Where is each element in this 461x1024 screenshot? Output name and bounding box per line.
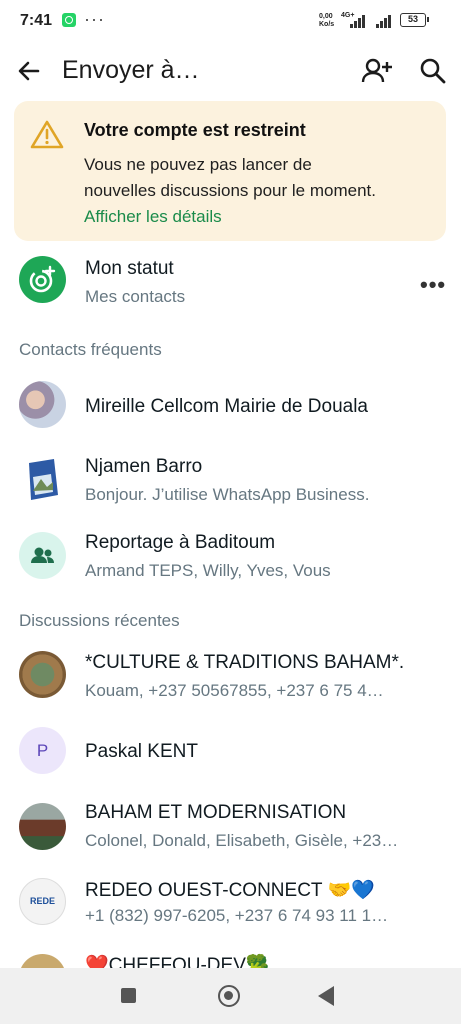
status-bar: 7:41 ··· 0,00 Ko/s 4G+ 53 [0,0,461,44]
chat-avatar [19,651,66,698]
chat-avatar: REDE [19,878,66,925]
chat-row[interactable]: P Paskal KENT [0,717,461,787]
contact-row[interactable]: Njamen Barro Bonjour. J’utilise WhatsApp… [0,447,461,517]
add-contact-icon[interactable] [360,56,394,86]
app-bar: Envoyer à… [0,44,461,100]
my-status-row[interactable]: Mon statut Mes contacts ••• [0,248,461,318]
recent-apps-icon[interactable] [121,988,136,1003]
page-title: Envoyer à… [62,56,200,84]
status-avatar [19,256,66,303]
section-recent-chats: Discussions récentes [19,611,180,630]
chat-members: +1 (832) 997-6205, +237 6 74 93 11 1… [85,906,389,925]
more-notifications-icon: ··· [84,9,105,29]
network-speed-value: 0,00 [319,13,333,20]
contact-row[interactable]: Reportage à Baditoum Armand TEPS, Willy,… [0,522,461,592]
home-icon[interactable] [218,985,240,1007]
section-frequent-contacts: Contacts fréquents [19,340,162,359]
chat-avatar [19,803,66,850]
contact-name: Njamen Barro [85,456,203,477]
signal-icon [350,14,370,28]
contact-avatar [19,381,66,428]
chat-name: Paskal KENT [85,741,198,762]
contact-avatar-image [29,459,58,500]
battery-icon: 53 [400,13,429,27]
clock: 7:41 [20,12,53,29]
contact-row[interactable]: Mireille Cellcom Mairie de Douala [0,372,461,442]
contact-about: Bonjour. J’utilise WhatsApp Business. [85,485,370,504]
chat-avatar-initial: P [19,727,66,774]
whatsapp-notification-icon [62,13,76,27]
status-privacy: Mes contacts [85,287,186,306]
network-speed: 0,00 Ko/s [319,13,334,29]
contact-avatar [19,455,66,502]
back-icon[interactable] [318,986,334,1006]
chat-row[interactable]: REDE REDEO OUEST-CONNECT 🤝💙 +1 (832) 997… [0,868,461,938]
chat-members: Kouam, +237 50567855, +237 6 75 4… [85,681,384,700]
system-navigation-bar [0,968,461,1024]
status-title: Mon statut [85,258,174,279]
banner-message: Vous ne pouvez pas lancer de nouvelles d… [84,155,376,200]
group-name: Reportage à Baditoum [85,532,276,553]
chat-name: REDEO OUEST-CONNECT 🤝💙 [85,880,375,901]
contact-name: Mireille Cellcom Mairie de Douala [85,396,368,417]
search-icon[interactable] [418,56,448,86]
group-avatar [19,532,66,579]
restriction-banner: Votre compte est restreint Vous ne pouve… [14,101,446,241]
network-speed-unit: Ko/s [319,21,335,28]
banner-text: Vous ne pouvez pas lancer de nouvelles d… [84,152,384,230]
chat-row[interactable]: *CULTURE & TRADITIONS BAHAM*. Kouam, +23… [0,642,461,712]
chat-name: *CULTURE & TRADITIONS BAHAM*. [85,652,405,673]
warning-icon [30,120,64,149]
group-icon [31,547,54,563]
chat-members: Colonel, Donald, Elisabeth, Gisèle, +23… [85,831,399,850]
chat-name: BAHAM ET MODERNISATION [85,802,347,823]
back-arrow-icon[interactable] [14,56,44,86]
chat-row[interactable]: BAHAM ET MODERNISATION Colonel, Donald, … [0,792,461,862]
show-details-link[interactable]: Afficher les détails [84,207,222,226]
group-members: Armand TEPS, Willy, Yves, Vous [85,561,331,580]
signal-icon-2 [376,14,396,28]
banner-title: Votre compte est restreint [84,120,306,140]
status-icon [29,265,56,293]
more-options-icon[interactable]: ••• [420,272,446,298]
